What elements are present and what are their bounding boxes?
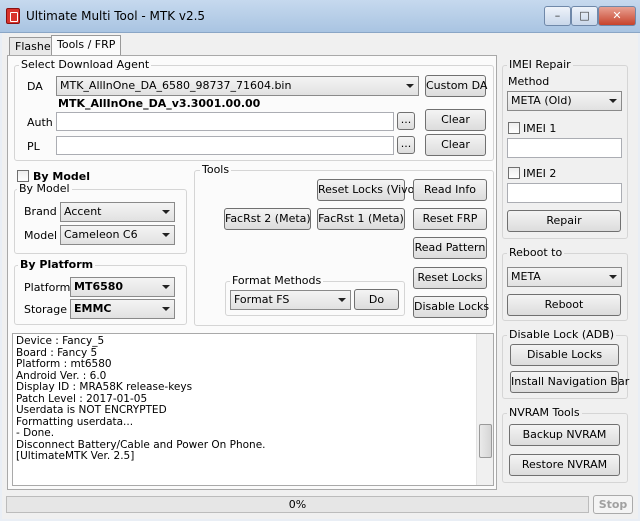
- log-scrollbar[interactable]: [476, 334, 493, 485]
- pl-field[interactable]: [56, 136, 394, 155]
- log-output[interactable]: Device : Fancy_5 Board : Fancy 5 Platfor…: [12, 333, 494, 486]
- storage-label: Storage: [24, 303, 68, 316]
- progress-bar: 0%: [6, 496, 589, 513]
- chevron-down-icon: [162, 210, 170, 214]
- reset-locks-vivo-button[interactable]: Reset Locks (Vivo): [317, 179, 419, 201]
- chevron-down-icon: [609, 99, 617, 103]
- chevron-down-icon: [162, 285, 170, 289]
- minimize-button[interactable]: –: [544, 6, 571, 26]
- window-title: Ultimate Multi Tool - MTK v2.5: [26, 9, 206, 23]
- chevron-down-icon: [406, 84, 414, 88]
- pl-clear-button[interactable]: Clear: [425, 134, 486, 156]
- read-pattern-button[interactable]: Read Pattern: [413, 237, 487, 259]
- by-model-checkbox[interactable]: [17, 170, 29, 182]
- da-select[interactable]: MTK_AllInOne_DA_6580_98737_71604.bin: [56, 76, 419, 96]
- log-line: - Done.: [16, 427, 55, 439]
- da-select-value: MTK_AllInOne_DA_6580_98737_71604.bin: [60, 79, 292, 92]
- custom-da-button[interactable]: Custom DA: [425, 75, 487, 97]
- log-line: Display ID : MRA58K release-keys: [16, 381, 193, 393]
- method-label: Method: [508, 75, 550, 88]
- reboot-legend: Reboot to: [507, 246, 565, 259]
- by-model-legend: By Model: [17, 182, 72, 195]
- auth-browse-button[interactable]: ...: [397, 112, 415, 130]
- model-select[interactable]: Cameleon C6: [60, 225, 175, 245]
- pl-label: PL: [27, 140, 40, 153]
- chevron-down-icon: [338, 298, 346, 302]
- log-scrollbar-thumb[interactable]: [479, 424, 492, 458]
- model-label: Model: [24, 229, 58, 242]
- stop-button[interactable]: Stop: [593, 495, 633, 514]
- log-lines: Device : Fancy_5 Board : Fancy 5 Platfor…: [16, 335, 266, 463]
- disable-lock-adb-legend: Disable Lock (ADB): [507, 328, 617, 341]
- platform-select[interactable]: MT6580: [70, 277, 175, 297]
- brand-select-value: Accent: [64, 205, 102, 218]
- adb-disable-locks-button[interactable]: Disable Locks: [510, 344, 619, 366]
- reset-locks-button[interactable]: Reset Locks: [413, 267, 487, 289]
- tools-legend: Tools: [200, 163, 232, 176]
- auth-clear-button[interactable]: Clear: [425, 109, 486, 131]
- chevron-down-icon: [162, 307, 170, 311]
- log-line: Userdata is NOT ENCRYPTED: [16, 404, 167, 416]
- close-button[interactable]: ✕: [598, 6, 636, 26]
- nvram-tools-legend: NVRAM Tools: [507, 406, 582, 419]
- da-label: DA: [27, 80, 43, 93]
- facrst1-meta-button[interactable]: FacRst 1 (Meta): [317, 208, 405, 230]
- tab-tools-frp[interactable]: Tools / FRP: [51, 35, 122, 56]
- reset-frp-button[interactable]: Reset FRP: [413, 208, 487, 230]
- backup-nvram-button[interactable]: Backup NVRAM: [509, 424, 620, 446]
- install-navigation-bar-button[interactable]: Install Navigation Bar: [510, 371, 629, 393]
- pl-browse-button[interactable]: ...: [397, 136, 415, 154]
- auth-field[interactable]: [56, 112, 394, 131]
- imei1-checkbox[interactable]: [508, 122, 520, 134]
- download-agent-legend: Select Download Agent: [19, 58, 152, 71]
- imei-method-select-value: META (Old): [511, 94, 572, 107]
- imei1-label: IMEI 1: [523, 122, 557, 135]
- reboot-mode-select-value: META: [511, 270, 541, 283]
- chevron-down-icon: [609, 275, 617, 279]
- by-platform-legend: By Platform: [18, 258, 96, 271]
- maximize-button[interactable]: □: [571, 6, 598, 26]
- imei2-checkbox[interactable]: [508, 167, 520, 179]
- storage-select[interactable]: EMMC: [70, 299, 175, 319]
- imei2-label: IMEI 2: [523, 167, 557, 180]
- log-line: [UltimateMTK Ver. 2.5]: [16, 450, 135, 462]
- reboot-mode-select[interactable]: META: [507, 267, 622, 287]
- brand-label: Brand: [24, 205, 57, 218]
- repair-button[interactable]: Repair: [507, 210, 621, 232]
- da-version: MTK_AllInOne_DA_v3.3001.00.00: [58, 97, 261, 110]
- storage-select-value: EMMC: [74, 302, 112, 315]
- imei-repair-legend: IMEI Repair: [507, 58, 573, 71]
- chevron-down-icon: [162, 233, 170, 237]
- format-method-select-value: Format FS: [234, 293, 290, 306]
- auth-label: Auth: [27, 116, 53, 129]
- reboot-button[interactable]: Reboot: [507, 294, 621, 316]
- disable-locks-button[interactable]: Disable Locks: [413, 296, 489, 318]
- format-method-select[interactable]: Format FS: [230, 290, 351, 310]
- facrst2-meta-button[interactable]: FacRst 2 (Meta): [224, 208, 311, 230]
- format-methods-legend: Format Methods: [230, 274, 324, 287]
- read-info-button[interactable]: Read Info: [413, 179, 487, 201]
- platform-select-value: MT6580: [74, 280, 124, 293]
- restore-nvram-button[interactable]: Restore NVRAM: [509, 454, 620, 476]
- model-select-value: Cameleon C6: [64, 228, 138, 241]
- imei1-field[interactable]: [507, 138, 622, 158]
- brand-select[interactable]: Accent: [60, 202, 175, 222]
- log-line: Platform : mt6580: [16, 358, 112, 370]
- imei-method-select[interactable]: META (Old): [507, 91, 622, 111]
- app-icon: [6, 8, 20, 24]
- do-button[interactable]: Do: [354, 289, 399, 310]
- imei2-field[interactable]: [507, 183, 622, 203]
- log-line: Device : Fancy_5: [16, 335, 105, 347]
- platform-label: Platform: [24, 281, 71, 294]
